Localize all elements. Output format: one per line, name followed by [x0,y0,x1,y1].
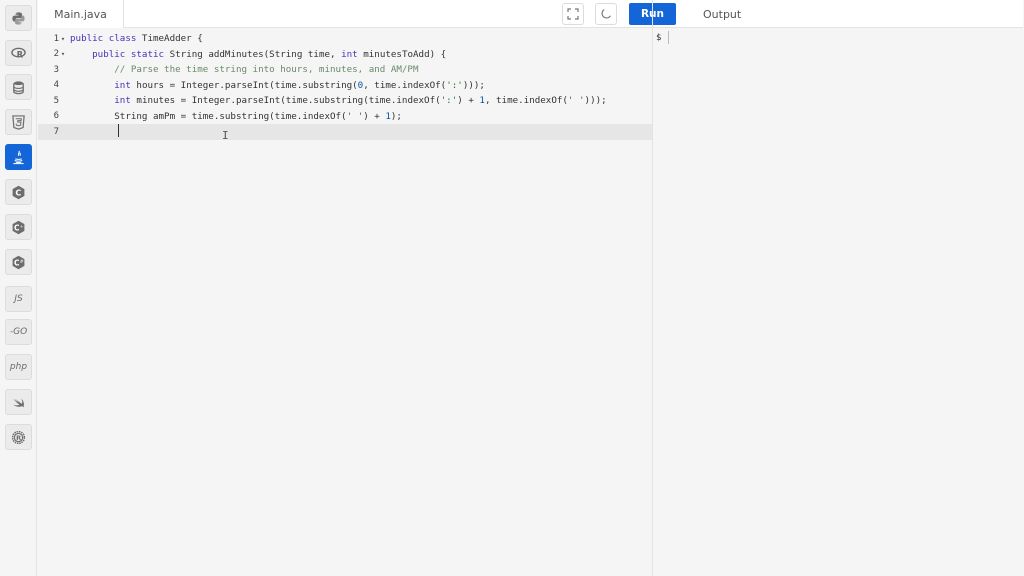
js-icon[interactable]: JS [5,286,32,312]
line-number: 3 [53,64,59,75]
moon-icon [601,9,611,19]
code-line-text: public static String addMinutes(String t… [92,48,447,60]
cpp-icon[interactable]: C + [5,214,32,240]
html5-icon[interactable] [5,109,32,135]
editor-header: Main.java Run Output [38,0,1023,28]
code-line: 2 ▾ public static String addMinutes(Stri… [38,47,652,63]
code-line-text: int minutes = Integer.parseInt(time.subs… [114,95,607,107]
code-line: 5 int minutes = Integer.parseInt(time.su… [38,93,652,109]
output-title-label: Output [703,7,742,21]
output-title: Output [703,0,741,28]
fold-arrow-icon[interactable]: ▾ [59,35,67,43]
svg-text:#: # [20,259,24,265]
code-line-text: int hours = Integer.parseInt(time.substr… [114,79,485,91]
csharp-icon[interactable]: C # [5,249,32,275]
code-line-current: 7 [38,124,652,140]
line-number: 1 [53,33,59,44]
line-number: 5 [53,95,59,106]
svg-text:R: R [16,434,21,442]
code-line-text: String amPm = time.substring(time.indexO… [70,110,402,122]
fold-arrow-icon[interactable]: ▾ [59,50,67,58]
php-label: php [9,362,28,372]
svg-text:R: R [17,49,24,59]
go-icon[interactable]: -GO [5,319,32,345]
python-icon[interactable] [5,5,32,31]
r-icon[interactable]: R [5,40,32,66]
code-line: 3 // Parse the time string into hours, m… [38,62,652,78]
code-line: 1 ▾ public class TimeAdder { [38,31,652,47]
java-icon[interactable] [5,144,32,170]
file-tab-main-java[interactable]: Main.java [38,0,124,28]
file-tab-label: Main.java [54,7,107,21]
fullscreen-button[interactable] [562,3,584,25]
fullscreen-icon [567,8,579,20]
text-cursor [118,124,119,137]
line-number: 6 [53,111,59,122]
dark-mode-toggle[interactable] [595,3,617,25]
go-label: -GO [9,327,28,337]
code-line: 4 int hours = Integer.parseInt(time.subs… [38,78,652,94]
database-icon[interactable] [5,74,32,100]
ibeam-cursor-icon: I [222,129,229,142]
output-prompt: $ [656,33,662,43]
rust-icon[interactable]: R [5,424,32,450]
line-number: 4 [53,80,59,91]
output-panel[interactable]: $ [653,29,1024,576]
code-line-text: // Parse the time string into hours, min… [114,64,419,76]
line-number: 2 [53,49,59,60]
output-cursor [668,31,669,44]
c-icon[interactable]: C [5,179,32,205]
svg-text:C: C [15,188,21,197]
code-line: 6 String amPm = time.substring(time.inde… [38,109,652,125]
php-icon[interactable]: php [5,354,32,380]
js-label: JS [14,294,23,304]
language-sidebar: R C C + C # JS -GO php R [0,0,37,576]
code-line-text: public class TimeAdder { [70,33,203,45]
line-number: 7 [53,126,59,137]
code-editor[interactable]: 1 ▾ public class TimeAdder { 2 ▾ public … [38,29,652,576]
swift-icon[interactable] [5,389,32,415]
svg-text:+: + [20,224,24,230]
